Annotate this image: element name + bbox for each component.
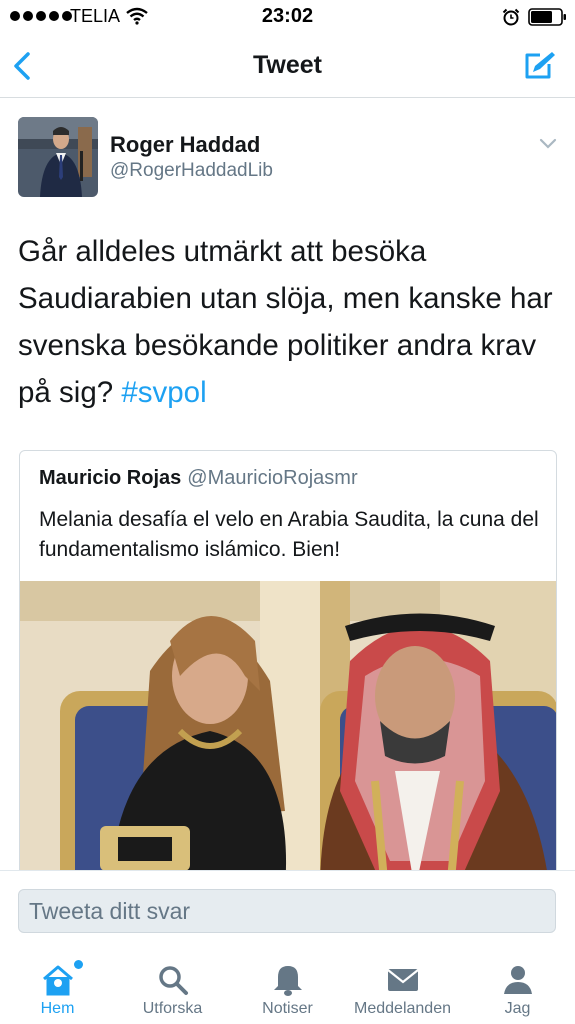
profile-icon — [503, 966, 532, 994]
battery-icon — [528, 8, 566, 26]
tab-label: Meddelanden — [354, 1000, 451, 1017]
quoted-author-name: Mauricio Rojas — [39, 467, 182, 489]
tweet-body: Går alldeles utmärkt att besöka Saudiara… — [18, 235, 553, 409]
tab-bar: Hem Utforska Notiser Meddelanden Jag — [0, 950, 575, 1024]
reply-bar — [0, 870, 575, 950]
tab-messages[interactable]: Meddelanden — [345, 950, 460, 1024]
tab-home[interactable]: Hem — [0, 950, 115, 1024]
chevron-down-icon[interactable] — [538, 136, 558, 152]
envelope-icon — [386, 969, 419, 991]
search-icon — [158, 966, 188, 995]
tab-label: Notiser — [262, 1000, 313, 1017]
author-handle[interactable]: @RogerHaddadLib — [110, 160, 273, 182]
quoted-tweet-header: Mauricio Rojas @MauricioRojasmr — [39, 467, 358, 490]
status-bar: TELIA 23:02 — [0, 0, 575, 34]
home-icon — [42, 965, 73, 996]
notification-dot — [74, 960, 83, 969]
author-name[interactable]: Roger Haddad — [110, 132, 260, 158]
navigation-bar: Tweet — [0, 34, 575, 98]
quoted-author-handle: @MauricioRojasmr — [187, 467, 358, 489]
tab-notifications[interactable]: Notiser — [230, 950, 345, 1024]
tab-label: Hem — [40, 1000, 75, 1017]
tab-label: Utforska — [142, 1000, 203, 1017]
tab-explore[interactable]: Utforska — [115, 950, 230, 1024]
alarm-icon — [502, 8, 520, 26]
reply-input[interactable] — [18, 889, 556, 933]
bell-icon — [273, 966, 302, 996]
quoted-tweet-text: Melania desafía el velo en Arabia Saudit… — [39, 508, 539, 561]
tab-label: Jag — [504, 1000, 531, 1017]
tab-me[interactable]: Jag — [460, 950, 575, 1024]
page-title: Tweet — [253, 51, 322, 79]
hashtag-link[interactable]: #svpol — [121, 376, 206, 409]
quoted-tweet-card[interactable]: Mauricio Rojas @MauricioRojasmr Melania d… — [19, 450, 557, 890]
compose-tweet-button[interactable] — [520, 46, 562, 86]
avatar[interactable] — [18, 117, 98, 197]
quoted-tweet-photo[interactable] — [20, 581, 557, 890]
status-time: 23:02 — [261, 5, 314, 27]
tweet-text: Går alldeles utmärkt att besöka Saudiara… — [18, 228, 563, 416]
